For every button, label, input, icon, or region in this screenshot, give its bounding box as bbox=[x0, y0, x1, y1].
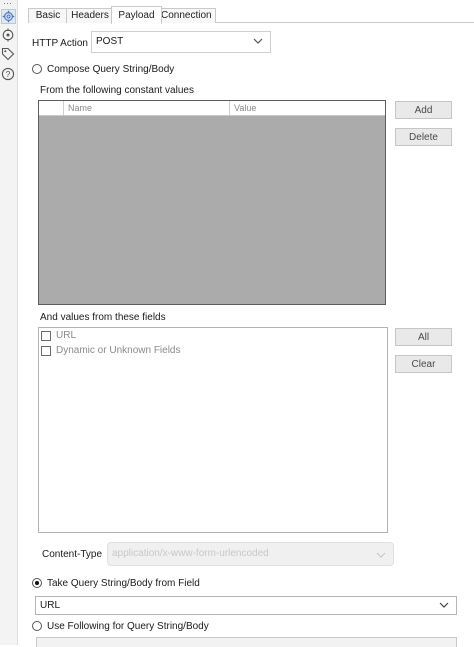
add-button[interactable]: Add bbox=[395, 101, 452, 119]
chevron-down-icon bbox=[376, 552, 386, 558]
gear-icon[interactable] bbox=[1, 9, 16, 24]
field-checkbox-dynamic[interactable] bbox=[41, 346, 51, 356]
grid-header: Name Value bbox=[39, 101, 385, 116]
tab-basic[interactable]: Basic bbox=[28, 8, 68, 23]
http-action-value: POST bbox=[96, 36, 124, 47]
take-from-field-label: Take Query String/Body from Field bbox=[47, 578, 200, 589]
content-type-value: application/x-www-form-urlencoded bbox=[112, 548, 269, 559]
rail-handle-icon: ⋯ bbox=[3, 0, 13, 8]
content-type-select[interactable]: application/x-www-form-urlencoded bbox=[107, 542, 394, 566]
help-icon[interactable]: ? bbox=[1, 67, 15, 81]
content-type-label: Content-Type bbox=[42, 549, 103, 560]
column-value[interactable]: Value bbox=[229, 101, 385, 115]
compose-radio[interactable] bbox=[32, 64, 42, 74]
field-label-dynamic: Dynamic or Unknown Fields bbox=[56, 345, 181, 356]
http-action-select[interactable]: POST bbox=[91, 31, 271, 53]
fields-label: And values from these fields bbox=[40, 312, 166, 323]
target-icon[interactable] bbox=[1, 28, 15, 42]
compose-label: Compose Query String/Body bbox=[47, 64, 175, 75]
query-string-editor[interactable] bbox=[36, 637, 457, 647]
http-action-label: HTTP Action bbox=[32, 38, 88, 49]
all-button[interactable]: All bbox=[395, 328, 452, 346]
tag-icon[interactable] bbox=[1, 47, 15, 61]
field-select-value: URL bbox=[40, 600, 61, 611]
clear-button[interactable]: Clear bbox=[395, 355, 452, 373]
tab-headers[interactable]: Headers bbox=[66, 8, 114, 23]
delete-button[interactable]: Delete bbox=[395, 128, 452, 146]
field-label-url: URL bbox=[56, 330, 77, 341]
use-following-label: Use Following for Query String/Body bbox=[47, 621, 209, 632]
tab-payload[interactable]: Payload bbox=[111, 6, 162, 24]
constants-label: From the following constant values bbox=[40, 85, 194, 96]
svg-text:?: ? bbox=[6, 69, 11, 79]
use-following-radio[interactable] bbox=[32, 621, 42, 631]
grid-row-header-corner bbox=[39, 101, 63, 115]
tab-connection[interactable]: Connection bbox=[156, 8, 216, 23]
column-name[interactable]: Name bbox=[63, 101, 229, 115]
field-checkbox-url[interactable] bbox=[41, 331, 51, 341]
chevron-down-icon bbox=[439, 602, 449, 608]
fields-list[interactable]: URL Dynamic or Unknown Fields bbox=[38, 327, 388, 533]
tool-rail: ⋯ ? bbox=[0, 0, 18, 645]
constants-grid[interactable]: Name Value bbox=[38, 100, 386, 305]
field-select[interactable]: URL bbox=[35, 596, 457, 615]
chevron-down-icon bbox=[253, 38, 263, 44]
take-from-field-radio[interactable] bbox=[32, 578, 42, 588]
